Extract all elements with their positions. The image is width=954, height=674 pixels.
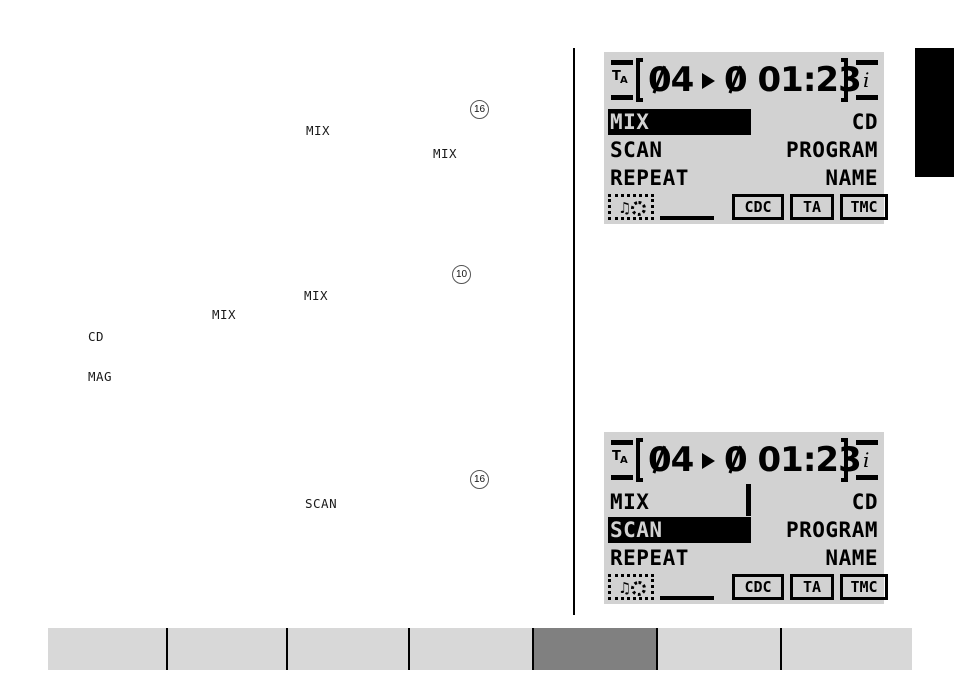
info-bar-bottom — [856, 95, 878, 100]
text-fragment: MIX — [306, 123, 331, 138]
chapter-tab-5[interactable] — [534, 628, 658, 670]
track-number: 04 — [648, 57, 694, 103]
menu-label-cd: CD — [851, 489, 878, 514]
tag-tmc[interactable]: TMC — [840, 194, 888, 220]
chapter-tab-2[interactable] — [168, 628, 288, 670]
manual-page: MIX MIX MIX MIX CD MAG SCAN 16 10 16 TA … — [0, 0, 954, 674]
menu-row-repeat[interactable]: REPEAT NAME — [608, 164, 880, 192]
text-fragment: MIX — [433, 146, 458, 161]
lcd-menu-list: MIX CD SCAN PROGRAM REPEAT NAME — [604, 108, 884, 193]
callout-number: 16 — [470, 100, 489, 119]
disc-music-icon: ♫ — [608, 194, 654, 220]
chapter-tab-strip — [48, 628, 912, 670]
menu-row-mix[interactable]: MIX CD — [608, 484, 880, 516]
menu-label-program: PROGRAM — [785, 137, 878, 162]
info-indicator-icon: i — [854, 440, 880, 480]
bracket-left — [636, 438, 643, 482]
selection-connector-line — [746, 484, 751, 516]
info-glyph: i — [863, 448, 870, 472]
play-arrow-icon — [702, 453, 715, 469]
underline-indicator — [660, 596, 714, 600]
disc-ring-shape — [631, 581, 646, 596]
ta-bar-bottom — [611, 475, 633, 480]
text-fragment: MIX — [304, 288, 329, 303]
menu-label-scan: SCAN — [610, 137, 663, 162]
menu-label-name: NAME — [825, 545, 878, 570]
ta-letter-a: A — [620, 455, 628, 466]
ta-indicator-icon: TA — [610, 440, 636, 480]
callout-number: 16 — [470, 470, 489, 489]
ta-indicator-icon: TA — [610, 60, 636, 100]
lcd-display-scan: TA 04 0 01:23 i MIX CD SCAN PROGRAM REPE… — [604, 432, 888, 604]
play-arrow-icon — [702, 73, 715, 89]
chapter-tab-4[interactable] — [410, 628, 534, 670]
chapter-tab-3[interactable] — [288, 628, 410, 670]
track-number: 04 — [648, 437, 694, 483]
menu-row-scan[interactable]: SCAN PROGRAM — [608, 516, 880, 544]
menu-row-repeat[interactable]: REPEAT NAME — [608, 544, 880, 572]
tag-cdc[interactable]: CDC — [732, 574, 784, 600]
menu-label-name: NAME — [825, 165, 878, 190]
ta-bar-top — [611, 60, 633, 65]
chapter-tab-1[interactable] — [48, 628, 168, 670]
tag-cdc[interactable]: CDC — [732, 194, 784, 220]
menu-label-program: PROGRAM — [785, 517, 878, 542]
music-note-glyph: ♫ — [618, 579, 632, 597]
disc-music-icon: ♫ — [608, 574, 654, 600]
text-fragment: MAG — [88, 369, 113, 384]
tag-ta[interactable]: TA — [790, 194, 834, 220]
ta-glyph: TA — [610, 447, 634, 473]
bracket-right — [841, 58, 848, 102]
lcd-status-row: TA 04 0 01:23 i — [604, 52, 884, 108]
ta-bar-bottom — [611, 95, 633, 100]
ta-bar-top — [611, 440, 633, 445]
info-bar-top — [856, 440, 878, 445]
underline-indicator — [660, 216, 714, 220]
lcd-icon-row: ♫ CDC TA TMC — [604, 573, 888, 604]
info-bar-top — [856, 60, 878, 65]
lcd-display-mix: TA 04 0 01:23 i MIX CD SCAN PROGRAM REPE… — [604, 52, 888, 224]
track-time-group: 04 0 01:23 — [636, 436, 862, 484]
menu-row-scan[interactable]: SCAN PROGRAM — [608, 136, 880, 164]
chapter-edge-marker — [915, 48, 954, 177]
menu-label-mix: MIX — [610, 489, 650, 514]
menu-label-mix: MIX — [610, 109, 650, 134]
ta-glyph: TA — [610, 67, 634, 93]
disc-ring-shape — [631, 201, 646, 216]
track-time-group: 04 0 01:23 — [636, 56, 862, 104]
menu-label-repeat: REPEAT — [610, 545, 689, 570]
text-fragment: SCAN — [305, 496, 338, 511]
chapter-tab-6[interactable] — [658, 628, 782, 670]
menu-label-cd: CD — [851, 109, 878, 134]
lcd-menu-list: MIX CD SCAN PROGRAM REPEAT NAME — [604, 484, 884, 573]
bracket-right — [841, 438, 848, 482]
menu-row-mix[interactable]: MIX CD — [608, 108, 880, 136]
music-note-glyph: ♫ — [618, 199, 632, 217]
lcd-status-row: TA 04 0 01:23 i — [604, 432, 884, 488]
bracket-left — [636, 58, 643, 102]
menu-label-scan: SCAN — [610, 517, 663, 542]
info-indicator-icon: i — [854, 60, 880, 100]
lcd-icon-row: ♫ CDC TA TMC — [604, 193, 888, 224]
info-glyph: i — [863, 68, 870, 92]
menu-label-repeat: REPEAT — [610, 165, 689, 190]
tag-ta[interactable]: TA — [790, 574, 834, 600]
ta-letter-a: A — [620, 75, 628, 86]
text-fragment: CD — [88, 329, 105, 344]
chapter-tab-7[interactable] — [782, 628, 912, 670]
tag-tmc[interactable]: TMC — [840, 574, 888, 600]
column-divider-rule — [573, 48, 575, 615]
info-bar-bottom — [856, 475, 878, 480]
callout-number: 10 — [452, 265, 471, 284]
text-fragment: MIX — [212, 307, 237, 322]
